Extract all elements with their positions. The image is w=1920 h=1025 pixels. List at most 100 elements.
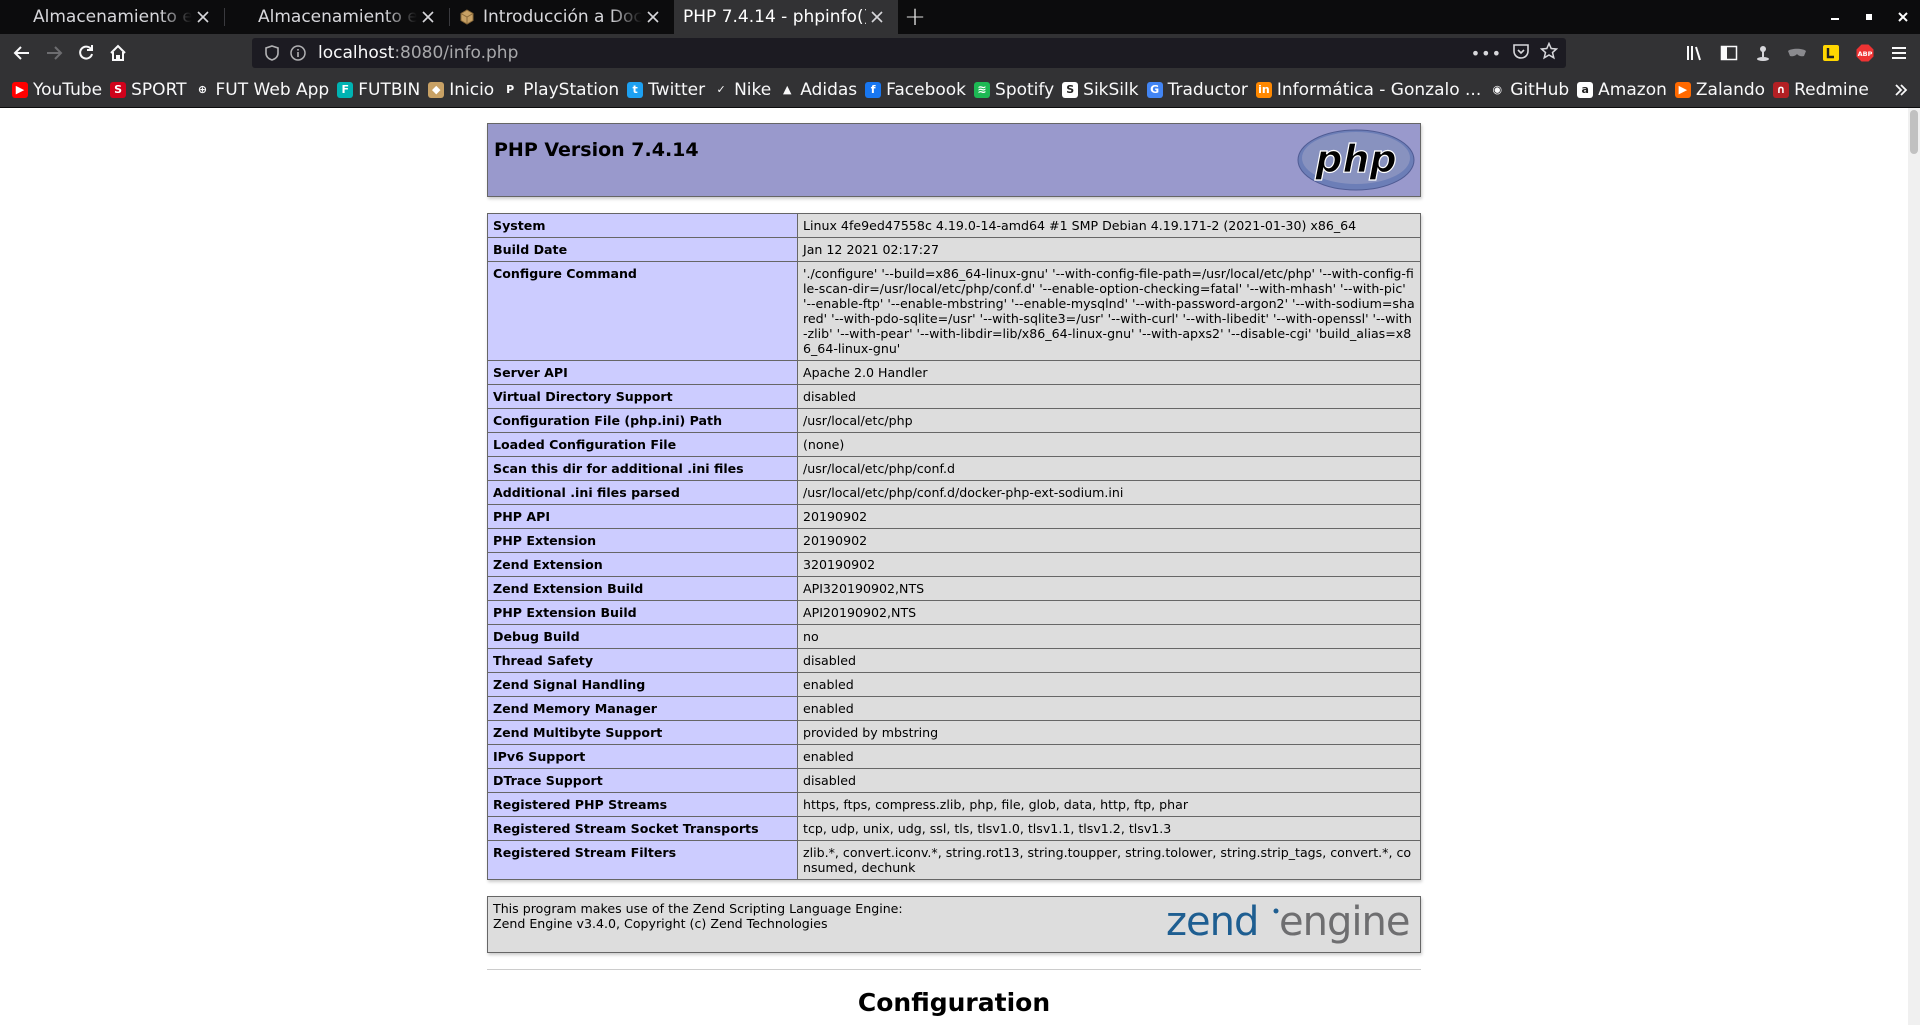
bookmark-github[interactable]: ◉ GitHub <box>1487 76 1575 104</box>
row-key: Build Date <box>487 237 798 262</box>
minimize-button[interactable] <box>1818 0 1852 34</box>
bookmark-fut-web-app[interactable]: ⊕ FUT Web App <box>193 76 336 104</box>
engine-logo-word: engine <box>1279 901 1409 945</box>
maximize-button[interactable] <box>1852 0 1886 34</box>
row-key: PHP API <box>487 504 798 529</box>
tab-1[interactable]: Almacenamiento en docker <box>225 0 449 34</box>
facebook-icon: f <box>865 81 882 98</box>
amazon-icon: a <box>1577 81 1594 98</box>
page-actions-icon[interactable]: ••• <box>1471 44 1502 63</box>
bookmark-youtube[interactable]: ▶ YouTube <box>10 76 108 104</box>
table-row: DTrace Support disabled <box>487 768 1421 793</box>
row-key: Zend Multibyte Support <box>487 720 798 745</box>
zend-engine-logo[interactable]: zend engine <box>1166 899 1416 953</box>
bookmark-adidas[interactable]: ▲ Adidas <box>777 76 863 104</box>
joystick-icon <box>1757 46 1769 61</box>
row-key: Additional .ini files parsed <box>487 480 798 505</box>
bookmark-star-icon[interactable] <box>1539 41 1559 64</box>
extension-yellow-button[interactable] <box>1816 38 1846 68</box>
bookmark-sport[interactable]: S SPORT <box>108 76 192 104</box>
bookmark-amazon[interactable]: a Amazon <box>1575 76 1673 104</box>
scrollbar-thumb[interactable] <box>1910 110 1918 154</box>
bookmark-traductor[interactable]: G Traductor <box>1145 76 1254 104</box>
page-content[interactable]: PHP Version 7.4.14 php System Linux 4fe9e… <box>0 108 1920 1025</box>
bookmark-facebook[interactable]: f Facebook <box>863 76 972 104</box>
row-value: enabled <box>797 696 1421 721</box>
bookmark-spotify[interactable]: ≋ Spotify <box>972 76 1060 104</box>
bookmark-label: Amazon <box>1598 79 1667 100</box>
row-value: disabled <box>797 768 1421 793</box>
php-logo-link[interactable]: php <box>1296 128 1416 196</box>
bookmark-twitter[interactable]: t Twitter <box>625 76 711 104</box>
url-host: localhost <box>318 43 395 63</box>
site-info-icon[interactable] <box>288 43 308 63</box>
row-value: Apache 2.0 Handler <box>797 360 1421 385</box>
row-key: Registered Stream Socket Transports <box>487 816 798 841</box>
row-key: Server API <box>487 360 798 385</box>
table-row: PHP Extension Build API20190902,NTS <box>487 600 1421 625</box>
pocket-icon[interactable] <box>1512 42 1530 64</box>
table-row: Registered Stream Socket Transports tcp, … <box>487 816 1421 841</box>
row-value: API20190902,NTS <box>797 600 1421 625</box>
bookmark-label: SPORT <box>131 79 187 100</box>
bookmark-inform-tica-gonzalo[interactable]: in Informática - Gonzalo ... <box>1254 76 1487 104</box>
bookmark-playstation[interactable]: P PlayStation <box>500 76 625 104</box>
bookmark-futbin[interactable]: F FUTBIN <box>335 76 426 104</box>
url-bar[interactable]: localhost:8080/info.php ••• <box>252 38 1566 68</box>
row-key: Zend Extension Build <box>487 576 798 601</box>
tab-title: Almacenamiento en docker <box>33 7 192 27</box>
library-icon <box>1687 46 1701 61</box>
tab-2[interactable]: Introducción a Docker <box>450 0 674 34</box>
bookmark-siksilk[interactable]: S SikSilk <box>1060 76 1144 104</box>
forward-arrow-icon <box>47 46 63 60</box>
table-row: Virtual Directory Support disabled <box>487 384 1421 409</box>
tracking-protection-shield-icon[interactable] <box>262 43 282 63</box>
vertical-scrollbar[interactable] <box>1908 108 1920 1025</box>
table-row: Registered PHP Streams https, ftps, compr… <box>487 792 1421 817</box>
sidebar-button[interactable] <box>1714 38 1744 68</box>
bookmark-label: Nike <box>734 79 772 100</box>
row-value: './configure' '--build=x86_64-linux-gnu'… <box>797 261 1421 361</box>
tab-3[interactable]: PHP 7.4.14 - phpinfo() <box>674 0 898 34</box>
table-row: PHP Extension 20190902 <box>487 528 1421 553</box>
back-button[interactable] <box>6 37 38 69</box>
bookmark-label: Informática - Gonzalo ... <box>1276 79 1482 100</box>
close-tab-icon[interactable] <box>866 6 888 28</box>
row-value: zlib.*, convert.iconv.*, string.rot13, s… <box>797 840 1421 880</box>
row-key: Registered Stream Filters <box>487 840 798 880</box>
php-logo-text: php <box>1314 137 1396 181</box>
library-button[interactable] <box>1680 38 1710 68</box>
zend-engine-logo-icon: zend engine <box>1166 899 1410 945</box>
bookmark-redmine[interactable]: ∩ Redmine <box>1771 76 1875 104</box>
home-button[interactable] <box>102 37 134 69</box>
bookmark-nike[interactable]: ✓ Nike <box>711 76 777 104</box>
hamburger-menu-icon <box>1892 47 1906 59</box>
bookmark-label: GitHub <box>1510 79 1570 100</box>
reload-button[interactable] <box>70 37 102 69</box>
spotify-icon: ≋ <box>974 81 991 98</box>
new-tab-button[interactable]: + <box>898 0 932 34</box>
close-window-button[interactable] <box>1886 0 1920 34</box>
table-row: Additional .ini files parsed/usr/local/e… <box>487 480 1421 505</box>
close-tab-icon[interactable] <box>192 6 214 28</box>
table-row: Build Date Jan 12 2021 02:17:27 <box>487 237 1421 262</box>
tabs-container: Almacenamiento en docker Almacenamiento e… <box>0 0 898 34</box>
extension-joystick-button[interactable] <box>1748 38 1778 68</box>
forward-button[interactable] <box>38 37 70 69</box>
row-value: API320190902,NTS <box>797 576 1421 601</box>
extension-mask-button[interactable] <box>1782 38 1812 68</box>
url-bar-actions: ••• <box>1471 38 1559 68</box>
tab-0[interactable]: Almacenamiento en docker <box>0 0 224 34</box>
bookmarks-overflow-button[interactable] <box>1894 72 1908 108</box>
bookmark-label: Adidas <box>800 79 858 100</box>
close-tab-icon[interactable] <box>642 6 664 28</box>
bookmarks-toolbar: ▶ YouTube S SPORT ⊕ FUT Web App F FUTBIN ◆ Inicio… <box>0 72 1920 108</box>
svg-text:ABP: ABP <box>1858 50 1873 58</box>
close-tab-icon[interactable] <box>417 6 439 28</box>
row-value: (none) <box>797 432 1421 457</box>
adblock-plus-button[interactable]: ABP <box>1850 38 1880 68</box>
table-row: Scan this dir for additional .ini files /… <box>487 456 1421 481</box>
bookmark-inicio[interactable]: ◆ Inicio <box>426 76 500 104</box>
bookmark-zalando[interactable]: ▶ Zalando <box>1673 76 1771 104</box>
app-menu-button[interactable] <box>1884 38 1914 68</box>
